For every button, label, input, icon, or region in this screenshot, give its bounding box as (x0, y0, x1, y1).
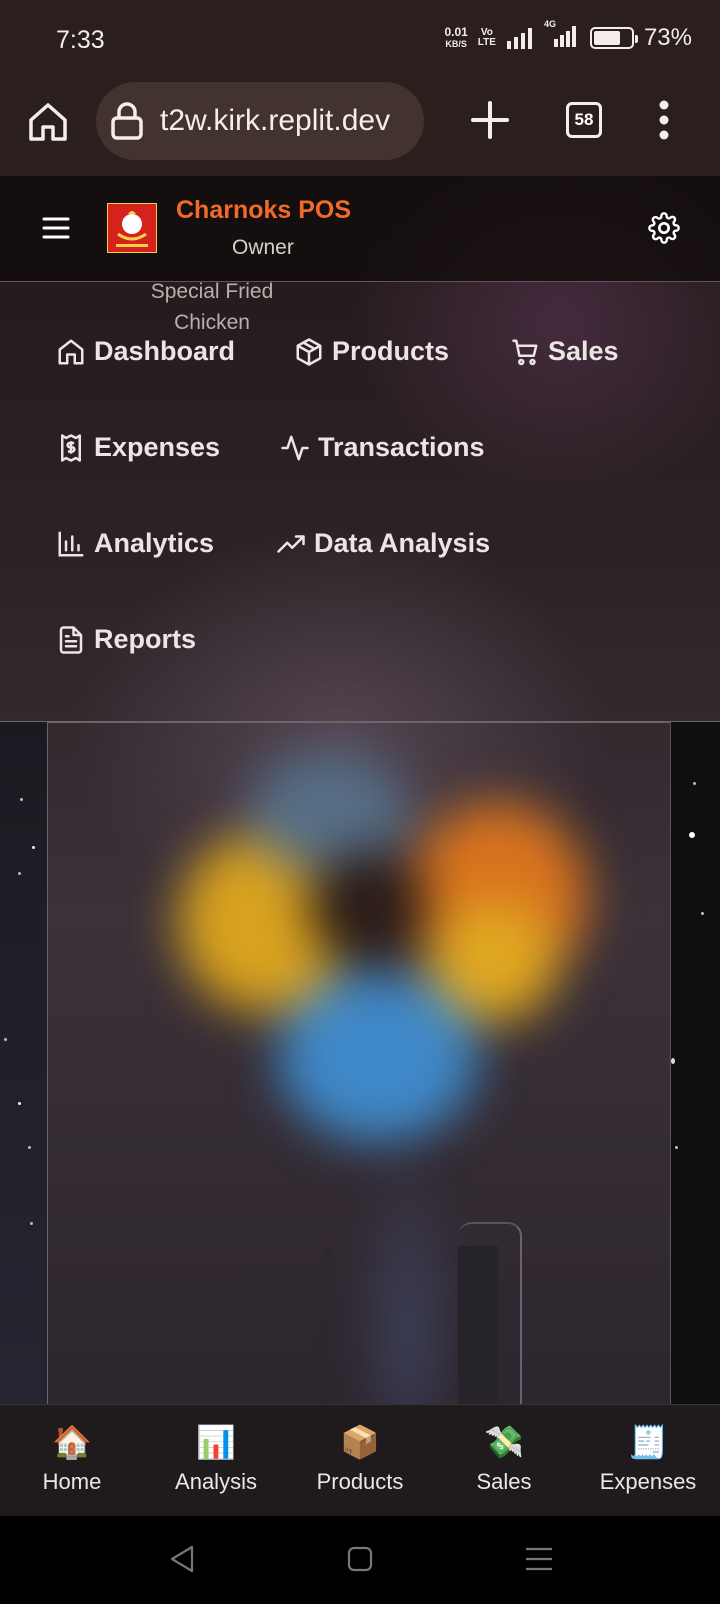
settings-gear-icon[interactable] (648, 212, 680, 244)
nav-label: Reports (94, 624, 197, 654)
file-text-icon (59, 625, 83, 654)
network-speed: 0.01 KB/S (444, 25, 468, 49)
browser-toolbar: t2w.kirk.replit.dev 58 (0, 80, 720, 176)
bottom-nav-products[interactable]: 📦 Products (288, 1405, 432, 1516)
lock-icon (111, 102, 143, 140)
home-square-icon[interactable] (343, 1542, 377, 1576)
home-icon (58, 339, 84, 364)
bottom-navigation: 🏠 Home 📊 Analysis 📦 Products 💸 Sales 🧾 E… (0, 1404, 720, 1516)
bottom-nav-label: Expenses (599, 1469, 697, 1494)
money-wings-emoji-icon: 💸 (484, 1424, 524, 1460)
cart-icon (512, 339, 538, 365)
user-role: Owner (232, 236, 294, 259)
chart-emoji-icon: 📊 (196, 1424, 236, 1460)
trending-up-icon (277, 534, 305, 553)
tab-switcher-button[interactable]: 58 (566, 102, 602, 138)
bottom-nav-analysis[interactable]: 📊 Analysis (144, 1405, 288, 1516)
activity-icon (281, 435, 309, 460)
nav-data-analysis[interactable]: Data Analysis (276, 528, 490, 559)
bottom-nav-home[interactable]: 🏠 Home (0, 1405, 144, 1516)
nav-label: Dashboard (94, 336, 236, 366)
nav-label: Expenses (94, 432, 221, 462)
nav-sales[interactable]: Sales (510, 336, 619, 367)
package-emoji-icon: 📦 (340, 1424, 380, 1460)
battery-percent: 73% (643, 24, 692, 51)
brand-logo (104, 200, 160, 256)
recents-menu-icon[interactable] (522, 1542, 556, 1576)
right-panel-edge (670, 722, 720, 1518)
nav-reports[interactable]: Reports (56, 624, 196, 655)
nav-expenses[interactable]: Expenses (56, 432, 220, 463)
left-panel-edge (0, 722, 48, 1518)
nav-analytics[interactable]: Analytics (56, 528, 214, 559)
back-triangle-icon[interactable] (166, 1542, 200, 1576)
bottom-nav-label: Sales (476, 1469, 532, 1494)
center-panel (48, 722, 670, 1518)
chicken-logo-icon (116, 211, 148, 247)
new-tab-icon[interactable] (470, 100, 510, 140)
nav-label: Transactions (318, 432, 485, 462)
bottom-nav-label: Products (316, 1469, 404, 1494)
nav-label: Data Analysis (314, 528, 491, 558)
nav-products[interactable]: Products (294, 336, 449, 367)
app-header: Charnoks POS Owner (0, 176, 720, 282)
blurred-artwork (158, 752, 598, 1162)
url-text: t2w.kirk.replit.dev (160, 104, 391, 137)
browser-home-icon[interactable] (26, 100, 70, 144)
nav-transactions[interactable]: Transactions (280, 432, 485, 463)
receipt-dollar-icon (61, 433, 81, 462)
box-icon (296, 337, 322, 366)
battery-icon (589, 27, 638, 49)
house-emoji-icon: 🏠 (52, 1424, 92, 1460)
app-viewport: Charnoks POS Owner Special Fried Chicken… (0, 176, 720, 1518)
nav-label: Sales (548, 336, 619, 366)
signal-4g-icon: 4G (544, 19, 580, 52)
bottom-nav-sales[interactable]: 💸 Sales (432, 1405, 576, 1516)
bar-chart-icon (58, 531, 84, 556)
bottom-nav-expenses[interactable]: 🧾 Expenses (576, 1405, 720, 1516)
background-stage (0, 722, 720, 1518)
app-title: Charnoks POS (176, 196, 352, 224)
nav-dashboard[interactable]: Dashboard (56, 336, 235, 367)
volte-indicator: Vo LTE (477, 27, 496, 48)
nav-label: Products (332, 336, 450, 366)
brand-tagline: Special Fried Chicken (150, 280, 274, 334)
hamburger-menu-icon[interactable] (42, 216, 70, 240)
bottom-nav-label: Home (42, 1469, 102, 1494)
browser-menu-icon[interactable] (654, 98, 674, 142)
address-bar[interactable]: t2w.kirk.replit.dev (96, 82, 424, 160)
system-navigation-bar (0, 1516, 720, 1604)
receipt-emoji-icon: 🧾 (628, 1424, 668, 1460)
nav-label: Analytics (94, 528, 215, 558)
status-bar: 7:33 0.01 KB/S Vo LTE 4G 73% (0, 0, 720, 80)
signal-icon (506, 28, 532, 49)
bottom-nav-label: Analysis (175, 1469, 257, 1494)
status-time: 7:33 (56, 26, 105, 54)
status-indicators: 0.01 KB/S Vo LTE 4G 73% (444, 19, 692, 52)
